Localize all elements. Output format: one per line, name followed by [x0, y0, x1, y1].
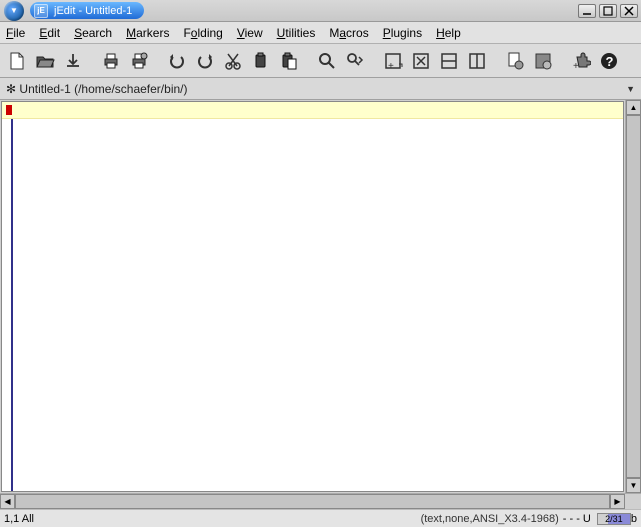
plugin-manager-button[interactable]: +	[568, 48, 594, 74]
new-file-button[interactable]	[4, 48, 30, 74]
menu-macros[interactable]: Macros	[329, 26, 368, 40]
menu-search[interactable]: Search	[74, 26, 112, 40]
find-button[interactable]	[314, 48, 340, 74]
vertical-scrollbar[interactable]: ▲ ▼	[625, 100, 641, 493]
status-flags: - - - U	[563, 513, 591, 525]
vscroll-track[interactable]	[626, 115, 641, 478]
cut-button[interactable]	[220, 48, 246, 74]
scroll-left-button[interactable]: ◀	[0, 494, 15, 509]
buffer-switcher[interactable]: ✻ Untitled-1 (/home/schaefer/bin/) ▼	[0, 78, 641, 100]
horizontal-scrollbar[interactable]: ◀ ▶	[0, 493, 641, 509]
scroll-right-button[interactable]: ▶	[610, 494, 625, 509]
status-bar: 1,1 All (text,none,ANSI_X3.4-1968) - - -…	[0, 509, 641, 527]
memory-label: 2/31	[605, 514, 623, 524]
print-button[interactable]	[98, 48, 124, 74]
redo-button[interactable]	[192, 48, 218, 74]
scroll-down-button[interactable]: ▼	[626, 478, 641, 493]
window-title: jEdit - Untitled-1	[54, 5, 132, 17]
text-content[interactable]	[11, 119, 623, 491]
menu-edit[interactable]: Edit	[39, 26, 60, 40]
menu-bar: File Edit Search Markers Folding View Ut…	[0, 22, 641, 44]
toolbar: + + ?	[0, 44, 641, 78]
menu-plugins[interactable]: Plugins	[383, 26, 422, 40]
buffer-mode[interactable]: (text,none,ANSI_X3.4-1968)	[421, 513, 559, 525]
undo-button[interactable]	[164, 48, 190, 74]
memory-suffix: b	[631, 513, 637, 525]
title-pill[interactable]: jE jEdit - Untitled-1	[30, 2, 144, 19]
help-button[interactable]: ?	[596, 48, 622, 74]
buffer-modified-icon: ✻	[6, 82, 16, 96]
scroll-corner	[625, 494, 641, 509]
memory-indicator[interactable]: 2/31 b	[597, 513, 637, 525]
maximize-button[interactable]	[599, 4, 617, 18]
save-button[interactable]	[60, 48, 86, 74]
vscroll-thumb[interactable]	[626, 115, 641, 478]
close-button[interactable]	[620, 4, 638, 18]
new-view-button[interactable]: +	[380, 48, 406, 74]
menu-folding[interactable]: Folding	[183, 26, 222, 40]
copy-button[interactable]	[248, 48, 274, 74]
app-icon: jE	[34, 4, 48, 18]
open-file-button[interactable]	[32, 48, 58, 74]
split-vertical-button[interactable]	[464, 48, 490, 74]
buffer-options-button[interactable]	[502, 48, 528, 74]
global-options-button[interactable]	[530, 48, 556, 74]
paste-button[interactable]	[276, 48, 302, 74]
page-setup-button[interactable]	[126, 48, 152, 74]
svg-text:?: ?	[606, 54, 614, 69]
window-menu-button[interactable]: ▼	[4, 1, 24, 21]
editor-area: ▲ ▼	[0, 100, 641, 493]
menu-help[interactable]: Help	[436, 26, 461, 40]
gutter-marker-icon	[6, 105, 12, 115]
menu-markers[interactable]: Markers	[126, 26, 169, 40]
minimize-button[interactable]	[578, 4, 596, 18]
svg-text:+: +	[388, 61, 394, 71]
unsplit-button[interactable]	[408, 48, 434, 74]
scroll-up-button[interactable]: ▲	[626, 100, 641, 115]
menu-utilities[interactable]: Utilities	[277, 26, 316, 40]
hscroll-track[interactable]	[15, 494, 610, 509]
menu-view[interactable]: View	[237, 26, 263, 40]
buffer-label: Untitled-1 (/home/schaefer/bin/)	[19, 82, 187, 96]
hscroll-thumb[interactable]	[15, 494, 610, 509]
split-horizontal-button[interactable]	[436, 48, 462, 74]
svg-text:+: +	[573, 61, 579, 71]
caret-position: 1,1 All	[4, 513, 421, 525]
find-next-button[interactable]	[342, 48, 368, 74]
window-titlebar: ▼ jE jEdit - Untitled-1	[0, 0, 641, 22]
buffer-dropdown-icon[interactable]: ▼	[626, 84, 635, 94]
menu-file[interactable]: File	[6, 26, 25, 40]
text-area[interactable]	[1, 101, 624, 492]
current-line-highlight	[2, 102, 623, 119]
